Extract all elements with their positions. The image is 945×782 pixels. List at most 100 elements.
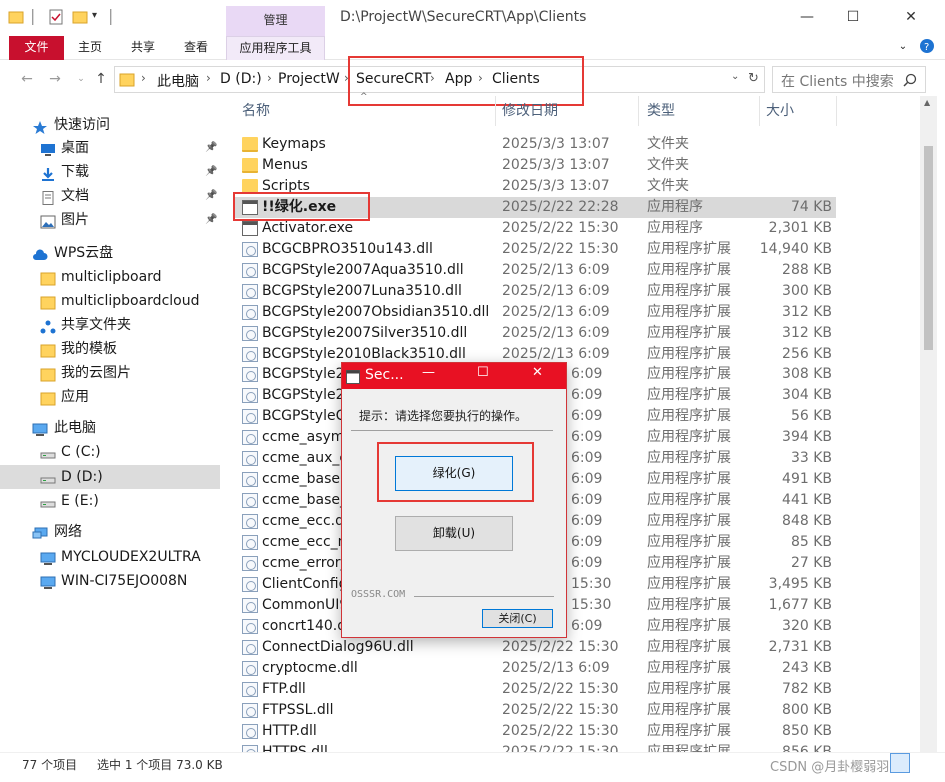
search-box[interactable]: 在 Clients 中搜索 [772, 66, 926, 93]
file-type: 应用程序扩展 [647, 261, 731, 278]
back-arrow-icon[interactable]: ← [18, 70, 36, 88]
minimize-button[interactable]: — [784, 2, 830, 32]
sidebar-item[interactable]: WIN-CI75EJO008N [0, 569, 220, 593]
file-name: BCGCBPRO3510u143.dll [262, 240, 433, 257]
sidebar-item[interactable]: 快速访问 [0, 113, 220, 137]
file-date: 15:30 [571, 575, 612, 592]
tab-manage[interactable]: 管理 [226, 6, 325, 36]
scroll-up-icon[interactable]: ▲ [924, 98, 930, 107]
sidebar-item[interactable]: WPS云盘 [0, 241, 220, 265]
dialog-close-button[interactable]: 关闭(C) [482, 609, 553, 628]
picture-icon [40, 213, 56, 229]
file-size: 300 KB [782, 282, 832, 299]
close-button[interactable]: ✕ [888, 2, 934, 32]
expand-ribbon-icon[interactable]: ⌄ [893, 36, 913, 60]
file-row[interactable]: HTTPS.dll 2025/2/22 15:30 应用程序扩展 856 KB [233, 742, 836, 752]
column-divider[interactable] [759, 96, 760, 126]
file-row[interactable]: BCGPStyle2007Silver3510.dll 2025/2/13 6:0… [233, 323, 836, 344]
column-divider[interactable] [495, 96, 496, 126]
file-date: 6:09 [571, 513, 603, 530]
file-size: 304 KB [782, 387, 832, 404]
tab-app-tools[interactable]: 应用程序工具 [226, 36, 325, 60]
sidebar-item-label: 我的云图片 [61, 365, 131, 381]
column-divider[interactable] [638, 96, 639, 126]
file-row[interactable]: cryptocme.dll 2025/2/13 6:09 应用程序扩展 243 KB [233, 658, 836, 679]
file-date: 6:09 [571, 366, 603, 383]
help-icon[interactable]: ? [917, 38, 937, 62]
sidebar-item[interactable]: MYCLOUDEX2ULTRA [0, 545, 220, 569]
dll-file-icon [242, 283, 258, 299]
recent-locations-icon[interactable]: ⌄ [72, 70, 90, 88]
uninstall-button[interactable]: 卸载(U) [395, 516, 513, 551]
sidebar-item[interactable]: 应用 [0, 385, 220, 409]
file-date: 2025/2/13 6:09 [502, 303, 610, 320]
forward-arrow-icon[interactable]: → [46, 70, 64, 88]
column-divider[interactable] [836, 96, 837, 126]
customize-toolbar-icon[interactable]: ▾ [92, 10, 108, 26]
file-row[interactable]: FTP.dll 2025/2/22 15:30 应用程序扩展 782 KB [233, 679, 836, 700]
dialog-maximize-icon[interactable]: ☐ [477, 365, 489, 380]
dll-file-icon [242, 241, 258, 257]
dll-file-icon [242, 514, 258, 530]
scrollbar-thumb[interactable] [924, 146, 933, 350]
file-size: 800 KB [782, 701, 832, 718]
breadcrumb-projectw[interactable]: ProjectW [278, 71, 340, 87]
file-row[interactable]: Menus 2025/3/3 13:07 文件夹 [233, 155, 836, 176]
tab-share[interactable]: 共享 [117, 36, 169, 60]
column-header-name[interactable]: 名称 [242, 96, 270, 126]
chevron-right-icon: › [141, 71, 146, 85]
file-row[interactable]: FTPSSL.dll 2025/2/22 15:30 应用程序扩展 800 KB [233, 700, 836, 721]
sidebar-item[interactable]: 文档 📌 [0, 184, 220, 208]
sidebar-item[interactable]: 我的云图片 [0, 361, 220, 385]
file-type: 应用程序扩展 [647, 596, 731, 613]
file-row[interactable]: HTTP.dll 2025/2/22 15:30 应用程序扩展 850 KB [233, 721, 836, 742]
file-row[interactable]: BCGPStyle2007Luna3510.dll 2025/2/13 6:09 应… [233, 281, 836, 302]
sidebar-item[interactable]: D (D:) [0, 465, 220, 489]
tab-file[interactable]: 文件 [9, 36, 64, 60]
column-header-type[interactable]: 类型 [647, 96, 675, 126]
file-row[interactable]: BCGPStyle2007Aqua3510.dll 2025/2/13 6:09 应… [233, 260, 836, 281]
sidebar-item[interactable]: E (E:) [0, 489, 220, 513]
new-folder-icon[interactable] [72, 9, 88, 25]
vertical-scrollbar[interactable]: ▲ [920, 96, 937, 752]
search-input[interactable]: 在 Clients 中搜索 [781, 71, 894, 91]
file-row[interactable]: Keymaps 2025/3/3 13:07 文件夹 [233, 134, 836, 155]
column-header-date[interactable]: 修改日期 [502, 96, 558, 126]
dll-file-icon [242, 744, 258, 752]
dialog-close-icon[interactable]: ✕ [532, 365, 543, 380]
file-name: ccme_aux_e [262, 450, 348, 467]
tab-home[interactable]: 主页 [64, 36, 116, 60]
dll-file-icon [242, 472, 258, 488]
up-arrow-icon[interactable]: ↑ [92, 70, 110, 88]
tab-view[interactable]: 查看 [170, 36, 222, 60]
divider [351, 430, 553, 431]
dialog-title-bar[interactable]: Sec... — ☐ ✕ [342, 363, 566, 389]
file-name: Menus [262, 156, 308, 173]
sidebar-item[interactable]: C (C:) [0, 440, 220, 464]
file-row[interactable]: ConnectDialog96U.dll 2025/2/22 15:30 应用程序扩… [233, 637, 836, 658]
file-date: 2025/3/3 13:07 [502, 136, 610, 152]
sidebar-item[interactable]: 桌面 📌 [0, 136, 220, 160]
sidebar-item[interactable]: multiclipboard [0, 265, 220, 289]
maximize-button[interactable]: ☐ [830, 2, 876, 32]
column-header-size[interactable]: 大小 [766, 96, 794, 126]
file-row[interactable]: BCGCBPRO3510u143.dll 2025/2/22 15:30 应用程序扩… [233, 239, 836, 260]
sidebar-item-label: 我的模板 [61, 341, 117, 357]
dialog-minimize-icon[interactable]: — [422, 365, 435, 380]
details-view-button[interactable] [890, 753, 910, 773]
sidebar-item[interactable]: 图片 📌 [0, 208, 220, 232]
sidebar-item[interactable]: multiclipboardcloud [0, 289, 220, 313]
sidebar-item[interactable]: 我的模板 [0, 337, 220, 361]
breadcrumb-this-pc[interactable]: 此电脑 [157, 71, 199, 91]
refresh-icon[interactable]: ↻ [748, 71, 759, 86]
file-row[interactable]: BCGPStyle2007Obsidian3510.dll 2025/2/13 6… [233, 302, 836, 323]
sidebar-item[interactable]: 网络 [0, 520, 220, 544]
sidebar-item-label: 网络 [54, 524, 82, 540]
file-type: 应用程序扩展 [647, 617, 731, 634]
breadcrumb-drive-d[interactable]: D (D:) [220, 71, 262, 87]
sidebar-item[interactable]: 下载 📌 [0, 160, 220, 184]
chevron-down-icon[interactable]: ⌄ [731, 71, 739, 82]
sidebar-item[interactable]: 此电脑 [0, 416, 220, 440]
sidebar-item[interactable]: 共享文件夹 [0, 313, 220, 337]
properties-icon[interactable] [48, 9, 64, 25]
